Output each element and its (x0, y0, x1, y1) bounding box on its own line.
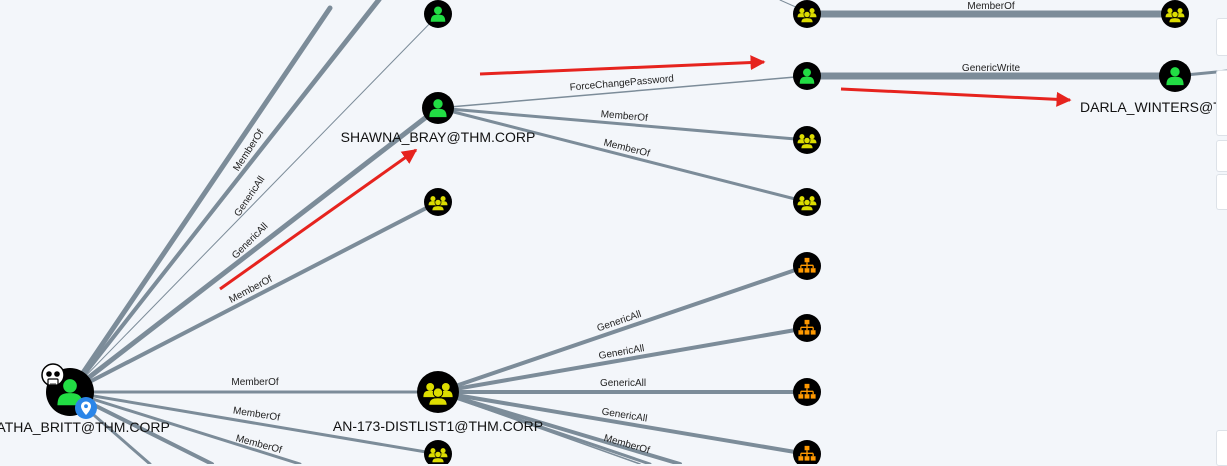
annotation-arrow (219, 148, 418, 291)
graph-edge[interactable] (69, 14, 439, 393)
node-user-target[interactable] (793, 62, 821, 90)
annotation-arrow (840, 87, 1072, 107)
node-distlist[interactable] (417, 371, 459, 413)
node-shawna[interactable] (422, 92, 454, 124)
node-darla[interactable] (1159, 60, 1191, 92)
edge-label: GenericWrite (962, 63, 1021, 74)
edge-memberof[interactable] (70, 0, 380, 392)
side-panel-tab[interactable] (1216, 18, 1227, 56)
edge-label: MemberOf (967, 1, 1014, 12)
annotation-arrow (479, 55, 766, 76)
node-label-darla: DARLA_WINTERS@THM.CORP (1080, 99, 1227, 115)
node-group-far-right[interactable] (1161, 0, 1189, 28)
node-ou-3[interactable] (793, 378, 821, 406)
edge-genericall[interactable] (436, 264, 809, 394)
node-ou-4[interactable] (793, 440, 821, 464)
node-ou-1[interactable] (793, 252, 821, 280)
node-group-top-right[interactable] (793, 0, 821, 28)
node-group-bottom[interactable] (424, 440, 452, 464)
node-label-distlist: AN-173-DISTLIST1@THM.CORP (333, 418, 543, 434)
attack-path-graph[interactable]: MemberOf GenericAll GenericAll MemberOf … (0, 0, 1227, 464)
node-user-top[interactable] (424, 0, 452, 28)
edge-memberof[interactable] (436, 106, 809, 204)
location-pin-icon (75, 397, 97, 419)
edge-label: GenericAll (600, 378, 646, 389)
edge-label: ForceChangePassword (569, 73, 674, 93)
node-ou-2[interactable] (793, 314, 821, 342)
side-panel-tab[interactable] (1216, 70, 1227, 136)
node-label-tabatha: TABATHA_BRITT@THM.CORP (0, 419, 170, 435)
side-panel-tab[interactable] (1216, 174, 1227, 210)
side-panel-tab[interactable] (1216, 140, 1227, 172)
skull-icon (41, 363, 65, 387)
node-group-mid[interactable] (424, 188, 452, 216)
side-panel-tab[interactable] (1216, 430, 1227, 466)
node-group-s2[interactable] (793, 188, 821, 216)
edge-label: MemberOf (231, 377, 278, 388)
node-label-shawna: SHAWNA_BRAY@THM.CORP (341, 129, 536, 145)
edge-genericall[interactable] (67, 5, 333, 395)
node-group-s1[interactable] (793, 126, 821, 154)
